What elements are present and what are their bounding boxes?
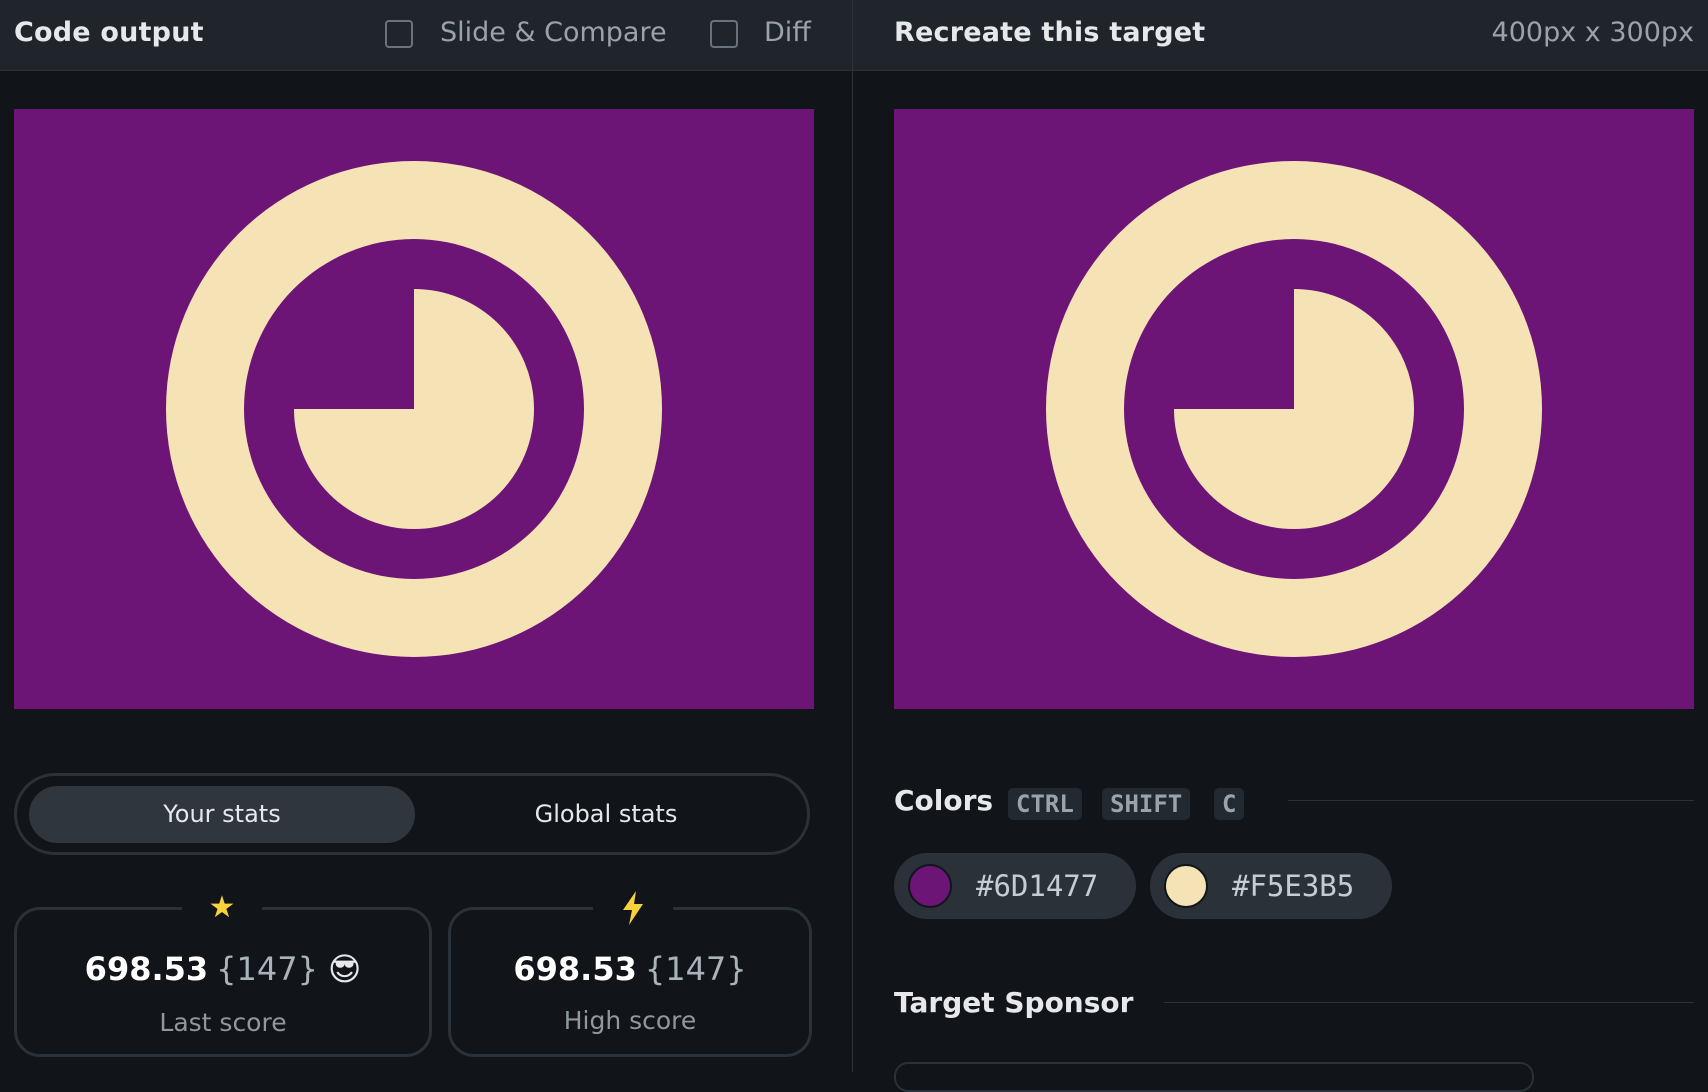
swatch-hex-purple: #6D1477 bbox=[976, 869, 1099, 903]
colors-divider bbox=[1288, 800, 1694, 801]
slide-compare-label[interactable]: Slide & Compare bbox=[440, 17, 667, 48]
sponsor-card[interactable] bbox=[894, 1062, 1534, 1092]
high-score-label: High score bbox=[563, 1006, 697, 1035]
slide-compare-checkbox[interactable] bbox=[385, 20, 413, 48]
output-artwork bbox=[14, 109, 814, 709]
target-dimensions: 400px x 300px bbox=[1491, 17, 1694, 48]
target-sponsor-title: Target Sponsor bbox=[894, 986, 1134, 1019]
swatch-dot-purple bbox=[908, 864, 952, 908]
last-score-card: ★ 698.53 {147} 😎 Last score bbox=[14, 888, 432, 1057]
swatch-dot-cream bbox=[1164, 864, 1208, 908]
star-icon: ★ bbox=[182, 888, 262, 928]
color-swatch-cream[interactable]: #F5E3B5 bbox=[1150, 853, 1392, 919]
swatch-hex-cream: #F5E3B5 bbox=[1232, 869, 1355, 903]
recreate-target-title: Recreate this target bbox=[894, 17, 1206, 48]
code-output-title: Code output bbox=[14, 17, 204, 48]
last-score-label: Last score bbox=[159, 1008, 287, 1037]
shortcut-c: C bbox=[1214, 788, 1245, 820]
last-score-count: {147} bbox=[216, 950, 318, 988]
high-score-card: 698.53 {147} High score bbox=[448, 888, 812, 1057]
last-score-value: 698.53 bbox=[84, 950, 209, 988]
sunglasses-emoji: 😎 bbox=[327, 950, 362, 988]
high-score-count: {147} bbox=[644, 950, 747, 988]
code-output-canvas[interactable] bbox=[14, 109, 814, 709]
top-bar bbox=[0, 0, 1708, 71]
panel-divider bbox=[852, 0, 853, 1072]
lightning-icon bbox=[593, 888, 673, 928]
sponsor-divider bbox=[1164, 1002, 1694, 1003]
high-score-value-row: 698.53 {147} bbox=[451, 950, 809, 988]
target-artwork bbox=[894, 109, 1694, 709]
stats-tabs: Your stats Global stats bbox=[14, 773, 810, 855]
shortcut-shift: SHIFT bbox=[1102, 788, 1191, 820]
diff-checkbox[interactable] bbox=[710, 20, 738, 48]
colors-title: Colors bbox=[894, 784, 994, 817]
color-swatch-purple[interactable]: #6D1477 bbox=[894, 853, 1136, 919]
tab-your-stats[interactable]: Your stats bbox=[29, 786, 415, 843]
last-score-value-row: 698.53 {147} 😎 bbox=[17, 950, 429, 988]
tab-global-stats[interactable]: Global stats bbox=[413, 786, 799, 843]
shortcut-ctrl: CTRL bbox=[1008, 788, 1082, 820]
high-score-value: 698.53 bbox=[513, 950, 637, 988]
target-canvas bbox=[894, 109, 1694, 709]
diff-label[interactable]: Diff bbox=[764, 17, 811, 48]
